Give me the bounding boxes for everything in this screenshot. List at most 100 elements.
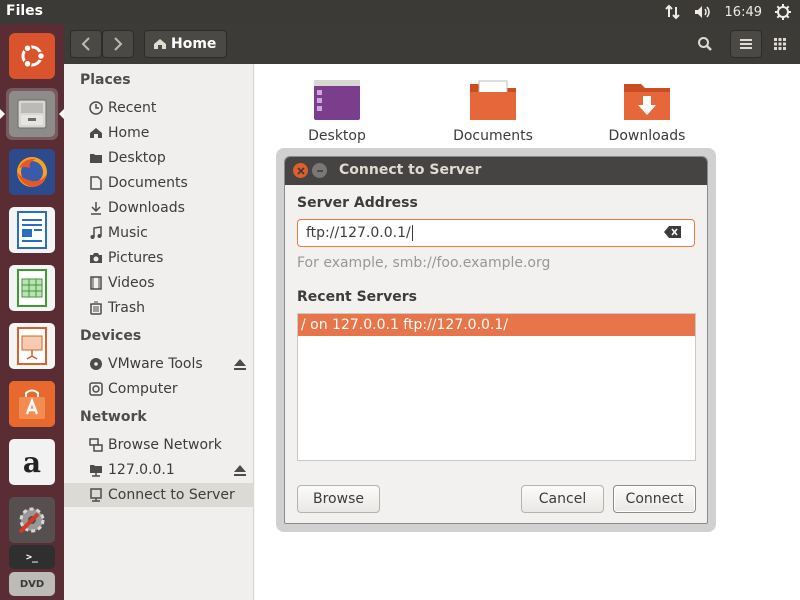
grid-icon xyxy=(774,38,786,50)
launcher-ubuntu-dash[interactable] xyxy=(6,30,58,82)
launcher-system-settings[interactable] xyxy=(6,494,58,546)
sidebar-item-127-0-0-1[interactable]: 127.0.0.1 xyxy=(64,458,254,482)
sidebar-item-recent[interactable]: Recent xyxy=(64,96,254,120)
sidebar-item-browse-network[interactable]: Browse Network xyxy=(64,433,254,457)
download-icon xyxy=(88,200,104,216)
location-home-button[interactable]: Home xyxy=(144,30,228,58)
network-header: Network xyxy=(80,409,147,425)
sidebar-label: Music xyxy=(108,225,148,241)
app-title: Files xyxy=(6,3,43,19)
text-caret xyxy=(411,225,413,241)
network-transfer-icon[interactable] xyxy=(664,4,681,20)
sidebar-item-trash[interactable]: Trash xyxy=(64,296,254,320)
grid-view-button[interactable] xyxy=(764,30,796,58)
sidebar-label: Videos xyxy=(108,275,155,291)
minimize-icon xyxy=(316,169,323,172)
minimize-button[interactable] xyxy=(312,163,327,178)
connect-to-server-dialog: Connect to Server Server Address ftp://1… xyxy=(284,156,708,524)
terminal-label: >_ xyxy=(25,551,39,563)
unity-launcher: a >_ DVD xyxy=(0,24,64,600)
network-icon xyxy=(88,437,104,453)
clock-text[interactable]: 16:49 xyxy=(725,5,762,20)
sidebar-label: Browse Network xyxy=(108,437,222,453)
forward-button[interactable] xyxy=(102,30,134,58)
sidebar-item-videos[interactable]: Videos xyxy=(64,271,254,295)
eject-icon[interactable] xyxy=(234,464,246,480)
sidebar-label: Trash xyxy=(108,300,145,316)
dvd-icon: DVD xyxy=(9,572,55,596)
devices-header: Devices xyxy=(80,328,142,344)
folder-label: Downloads xyxy=(608,128,686,144)
sidebar-label: Connect to Server xyxy=(108,487,235,503)
launcher-writer[interactable] xyxy=(6,204,58,256)
sidebar-item-pictures[interactable]: Pictures xyxy=(64,246,254,270)
software-bag-icon xyxy=(9,381,55,427)
ubuntu-logo-icon xyxy=(9,33,55,79)
recent-servers-list[interactable]: / on 127.0.0.1 ftp://127.0.0.1/ xyxy=(297,313,696,461)
sidebar-item-home[interactable]: Home xyxy=(64,121,254,145)
downloads-folder-icon xyxy=(623,78,671,122)
folder-label: Desktop xyxy=(308,128,366,144)
terminal-icon: >_ xyxy=(9,545,55,569)
documents-folder-icon xyxy=(469,78,517,122)
dialog-titlebar: Connect to Server xyxy=(285,157,707,185)
clock-icon xyxy=(88,100,104,116)
server-address-hint: For example, smb://foo.example.org xyxy=(297,255,551,271)
launcher-calc[interactable] xyxy=(6,262,58,314)
writer-icon xyxy=(9,207,55,253)
impress-icon xyxy=(9,323,55,369)
close-icon xyxy=(296,166,305,175)
search-button[interactable] xyxy=(690,30,720,58)
eject-icon[interactable] xyxy=(234,358,246,374)
dvd-label: DVD xyxy=(19,578,45,590)
launcher-software-center[interactable] xyxy=(6,378,58,430)
power-gear-icon[interactable] xyxy=(774,3,792,21)
chevron-left-icon xyxy=(81,37,90,51)
document-icon xyxy=(88,175,104,191)
server-address-value: ftp://127.0.0.1/ xyxy=(306,225,411,241)
browse-button[interactable]: Browse xyxy=(297,485,380,513)
launcher-impress[interactable] xyxy=(6,320,58,372)
server-address-label: Server Address xyxy=(297,195,418,211)
server-icon xyxy=(88,487,104,503)
launcher-terminal[interactable]: >_ xyxy=(6,542,58,572)
connect-button[interactable]: Connect xyxy=(613,485,696,513)
launcher-amazon[interactable]: a xyxy=(6,436,58,488)
volume-icon[interactable] xyxy=(693,4,713,20)
home-icon xyxy=(154,39,166,49)
launcher-dvd[interactable]: DVD xyxy=(6,570,58,598)
list-view-button[interactable] xyxy=(730,30,762,58)
search-icon xyxy=(698,37,712,51)
dialog-title: Connect to Server xyxy=(339,162,482,178)
sidebar-label: 127.0.0.1 xyxy=(108,462,175,478)
folder-label: Documents xyxy=(453,128,533,144)
folder-downloads[interactable]: Downloads xyxy=(592,78,702,144)
sidebar-item-documents[interactable]: Documents xyxy=(64,171,254,195)
sidebar-item-desktop[interactable]: Desktop xyxy=(64,146,254,170)
folder-desktop[interactable]: Desktop xyxy=(282,78,392,144)
nautilus-headerbar: Home xyxy=(64,24,800,64)
folder-icon xyxy=(88,150,104,166)
launcher-files[interactable] xyxy=(6,88,58,140)
sidebar-label: Computer xyxy=(108,381,178,397)
home-icon xyxy=(88,125,104,141)
sidebar-item-music[interactable]: Music xyxy=(64,221,254,245)
sidebar-item-connect-to-server[interactable]: Connect to Server xyxy=(64,483,254,507)
cancel-button[interactable]: Cancel xyxy=(521,485,604,513)
recent-server-row[interactable]: / on 127.0.0.1 ftp://127.0.0.1/ xyxy=(298,314,695,336)
launcher-firefox[interactable] xyxy=(6,146,58,198)
desktop-folder-icon xyxy=(313,78,361,122)
close-button[interactable] xyxy=(293,163,308,178)
clear-text-icon[interactable] xyxy=(664,226,682,242)
server-address-input[interactable]: ftp://127.0.0.1/ xyxy=(297,219,695,247)
trash-icon xyxy=(88,300,104,316)
disc-icon xyxy=(88,356,104,372)
places-header: Places xyxy=(80,72,131,88)
sidebar-item-computer[interactable]: Computer xyxy=(64,377,254,401)
back-button[interactable] xyxy=(70,30,102,58)
sidebar-item-downloads[interactable]: Downloads xyxy=(64,196,254,220)
film-icon xyxy=(88,275,104,291)
folder-documents[interactable]: Documents xyxy=(438,78,548,144)
drive-icon xyxy=(88,381,104,397)
sidebar-item-vmware-tools[interactable]: VMware Tools xyxy=(64,352,254,376)
